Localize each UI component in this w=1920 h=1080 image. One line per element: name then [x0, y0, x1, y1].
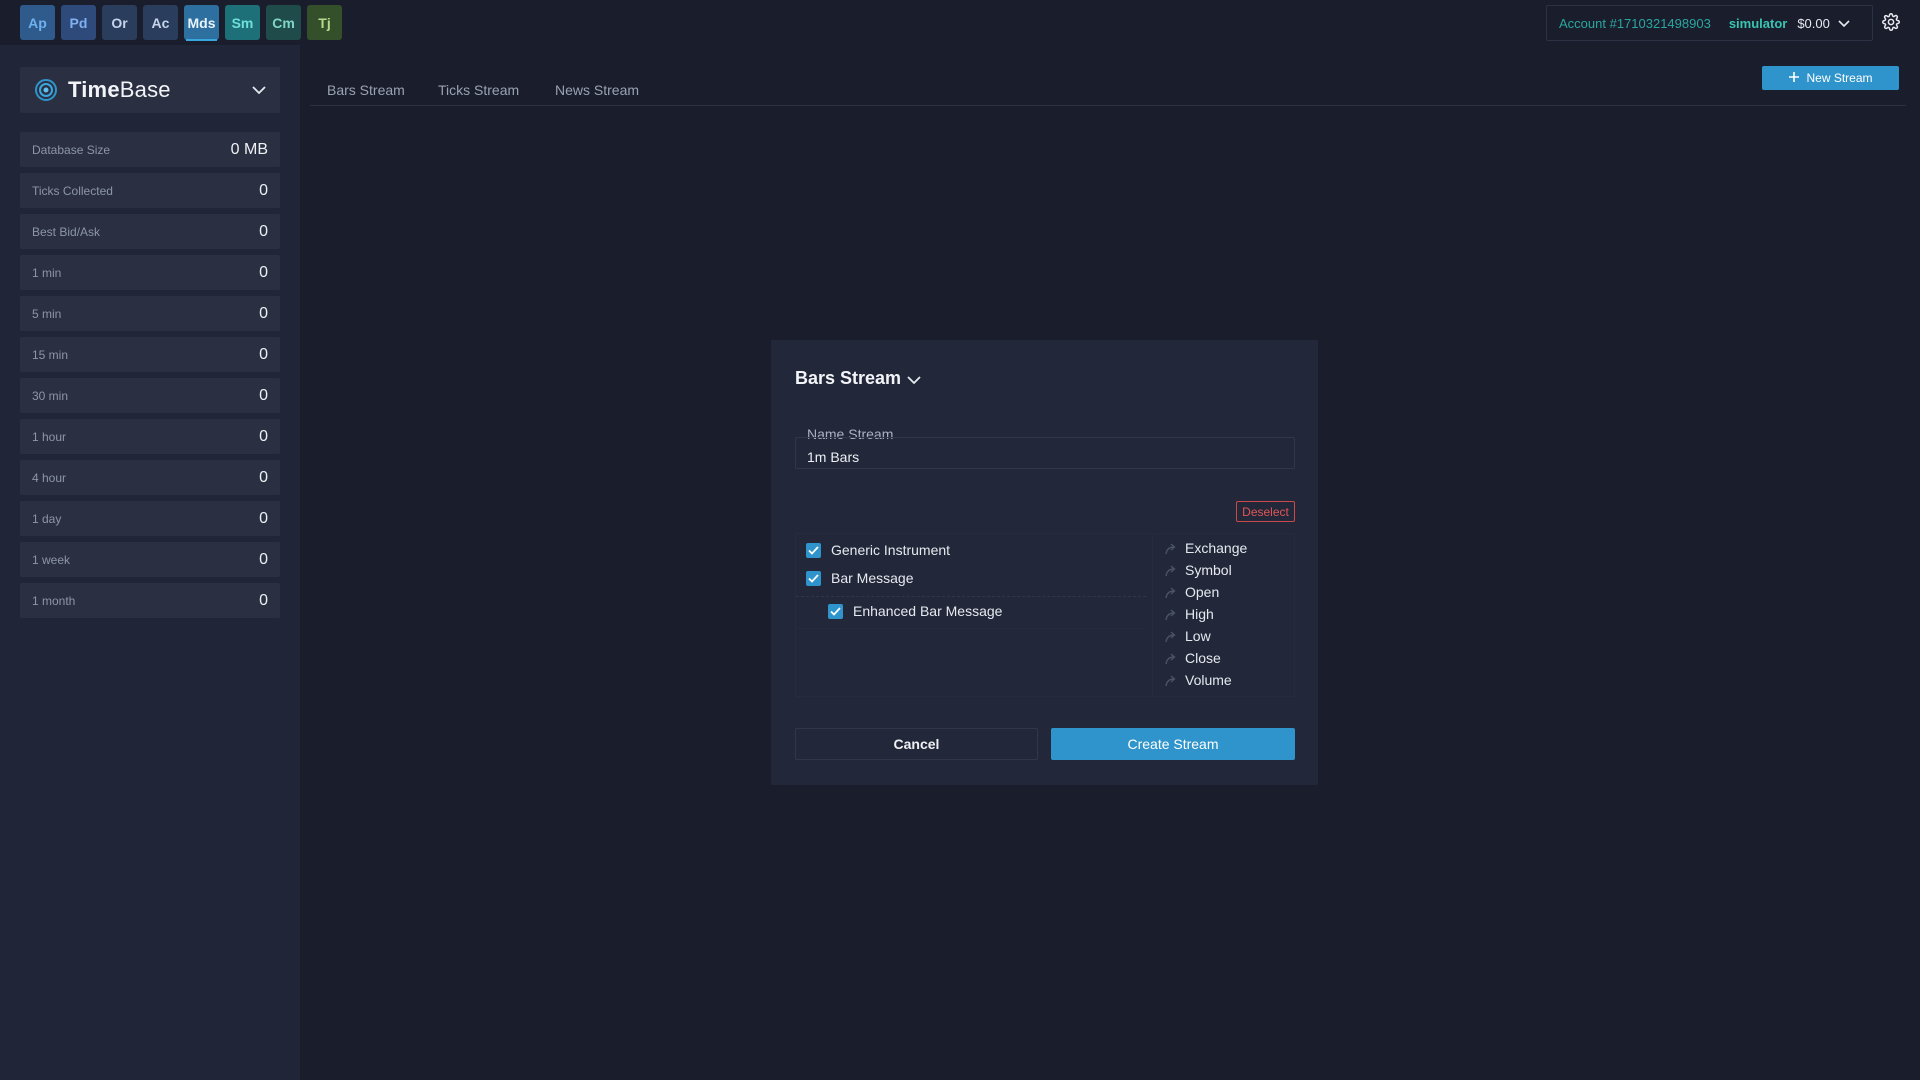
- plus-icon: [1788, 71, 1800, 86]
- message-enhanced-bar-message[interactable]: Enhanced Bar Message: [828, 603, 1002, 619]
- account-selector[interactable]: Account #1710321498903 simulator $0.00: [1546, 5, 1873, 41]
- app-tab-pd[interactable]: Pd: [61, 5, 96, 40]
- field-close: Close: [1165, 650, 1221, 666]
- chevron-down-icon[interactable]: [907, 372, 921, 390]
- stat-best-bid-ask: Best Bid/Ask 0: [20, 214, 280, 249]
- message-fields-list: Exchange Symbol Open High Low Close Volu…: [1152, 534, 1294, 696]
- field-arrow-icon: [1165, 586, 1177, 599]
- new-stream-label: New Stream: [1806, 71, 1873, 85]
- stat-1-hour: 1 hour 0: [20, 419, 280, 454]
- new-stream-button[interactable]: New Stream: [1762, 66, 1899, 90]
- top-bar: Ap Pd Or Ac Mds Sm Cm Tj Account #171032…: [0, 0, 1920, 45]
- app-tab-cm[interactable]: Cm: [266, 5, 301, 40]
- cancel-button[interactable]: Cancel: [795, 728, 1038, 760]
- field-arrow-icon: [1165, 542, 1177, 555]
- stat-15-min: 15 min 0: [20, 337, 280, 372]
- timebase-selector[interactable]: TimeBase: [20, 67, 280, 113]
- field-arrow-icon: [1165, 564, 1177, 577]
- stat-4-hour: 4 hour 0: [20, 460, 280, 495]
- stat-1-min: 1 min 0: [20, 255, 280, 290]
- message-generic-instrument[interactable]: Generic Instrument: [806, 542, 950, 558]
- checkbox-checked-icon[interactable]: [806, 570, 821, 586]
- stat-1-day: 1 day 0: [20, 501, 280, 536]
- account-balance: $0.00: [1797, 15, 1830, 31]
- stat-1-month: 1 month 0: [20, 583, 280, 618]
- field-open: Open: [1165, 584, 1219, 600]
- brand-name: TimeBase: [68, 77, 171, 102]
- app-tab-ac[interactable]: Ac: [143, 5, 178, 40]
- stat-database-size: Database Size 0 MB: [20, 132, 280, 167]
- app-tab-ap[interactable]: Ap: [20, 5, 55, 40]
- field-exchange: Exchange: [1165, 540, 1247, 556]
- dialog-title[interactable]: Bars Stream: [795, 368, 901, 389]
- app-tab-tj[interactable]: Tj: [307, 5, 342, 40]
- field-high: High: [1165, 606, 1214, 622]
- message-bar-message[interactable]: Bar Message: [806, 570, 913, 586]
- deselect-button[interactable]: Deselect: [1236, 501, 1295, 522]
- stat-30-min: 30 min 0: [20, 378, 280, 413]
- account-number: Account #1710321498903: [1559, 15, 1711, 31]
- app-switcher: Ap Pd Or Ac Mds Sm Cm Tj: [20, 5, 342, 41]
- stat-ticks-collected: Ticks Collected 0: [20, 173, 280, 208]
- field-arrow-icon: [1165, 674, 1177, 687]
- field-arrow-icon: [1165, 608, 1177, 621]
- tab-bars-stream[interactable]: Bars Stream: [327, 82, 405, 98]
- app-tab-sm[interactable]: Sm: [225, 5, 260, 40]
- field-arrow-icon: [1165, 652, 1177, 665]
- create-stream-dialog: Bars Stream Name Stream Deselect Generic…: [771, 340, 1318, 785]
- checkbox-checked-icon[interactable]: [806, 542, 821, 558]
- tab-ticks-stream[interactable]: Ticks Stream: [438, 82, 519, 98]
- chevron-down-icon: [252, 82, 266, 100]
- stat-1-week: 1 week 0: [20, 542, 280, 577]
- stat-5-min: 5 min 0: [20, 296, 280, 331]
- message-types-panel: Generic Instrument Bar Message Enhanced …: [795, 533, 1295, 697]
- field-volume: Volume: [1165, 672, 1232, 688]
- app-tab-or[interactable]: Or: [102, 5, 137, 40]
- field-symbol: Symbol: [1165, 562, 1232, 578]
- chevron-down-icon: [1838, 16, 1850, 31]
- sidebar: TimeBase Database Size 0 MB Ticks Collec…: [0, 45, 300, 1080]
- stream-tabs: Bars Stream Ticks Stream News Stream: [310, 80, 1906, 106]
- app-tab-mds[interactable]: Mds: [184, 5, 219, 41]
- field-low: Low: [1165, 628, 1211, 644]
- gear-icon[interactable]: [1882, 13, 1902, 33]
- tab-news-stream[interactable]: News Stream: [555, 82, 639, 98]
- account-mode: simulator: [1728, 15, 1788, 31]
- create-stream-button[interactable]: Create Stream: [1051, 728, 1295, 760]
- name-stream-input[interactable]: [795, 437, 1295, 469]
- message-sub-list: Enhanced Bar Message: [796, 596, 1146, 629]
- field-arrow-icon: [1165, 630, 1177, 643]
- checkbox-checked-icon[interactable]: [828, 603, 843, 619]
- timebase-logo-icon: [34, 78, 58, 102]
